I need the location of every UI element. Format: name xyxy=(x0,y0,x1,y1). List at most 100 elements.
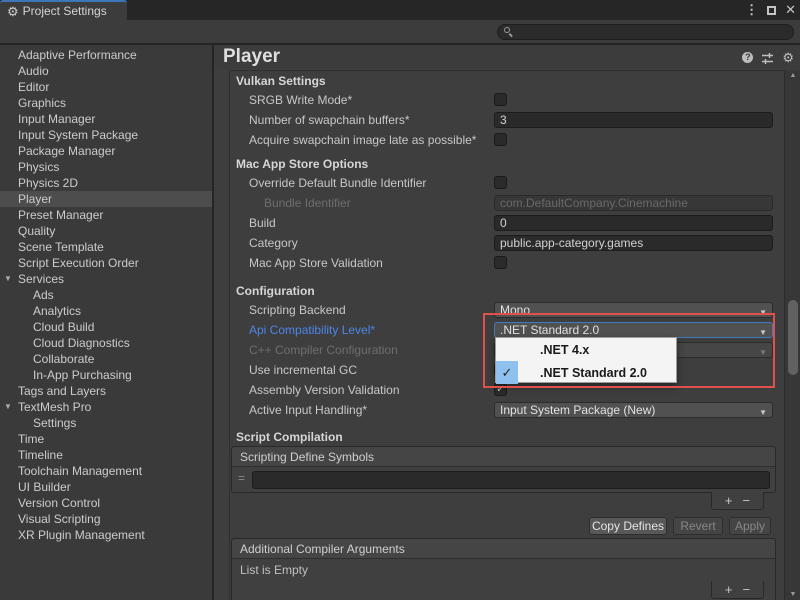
sidebar-item-package-manager[interactable]: Package Manager xyxy=(0,143,212,159)
add-define-button[interactable]: + xyxy=(725,493,733,509)
scroll-down-icon[interactable]: ▼ xyxy=(785,591,800,598)
sidebar-item-label: Services xyxy=(18,272,64,286)
sidebar-item-script-execution-order[interactable]: Script Execution Order xyxy=(0,255,212,271)
menu-item-net-standard-2-0[interactable]: ✓ .NET Standard 2.0 xyxy=(496,361,676,384)
field-label: Bundle Identifier xyxy=(264,196,351,210)
settings-scroll-area: Vulkan SettingsSRGB Write Mode*Number of… xyxy=(229,70,785,600)
page-title: Player xyxy=(223,46,280,68)
sidebar-item-label: Ads xyxy=(33,288,54,302)
build-text[interactable]: 0 xyxy=(494,215,773,231)
define-symbol-row: = xyxy=(232,467,775,493)
sidebar-item-editor[interactable]: Editor xyxy=(0,79,212,95)
remove-argument-button[interactable]: − xyxy=(743,582,751,598)
foldout-triangle-icon[interactable]: ▼ xyxy=(4,399,18,415)
scroll-up-icon[interactable]: ▲ xyxy=(785,72,800,79)
sidebar-item-cloud-diagnostics[interactable]: Cloud Diagnostics xyxy=(0,335,212,351)
dropdown-arrow-icon: ▼ xyxy=(759,346,767,360)
tab-project-settings[interactable]: ⚙ Project Settings xyxy=(0,0,127,20)
sidebar-item-xr-plugin-management[interactable]: XR Plugin Management xyxy=(0,527,212,543)
sidebar-item-adaptive-performance[interactable]: Adaptive Performance xyxy=(0,47,212,63)
sidebar-item-visual-scripting[interactable]: Visual Scripting xyxy=(0,511,212,527)
sidebar-item-label: Script Execution Order xyxy=(18,256,139,270)
sidebar-item-settings[interactable]: Settings xyxy=(0,415,212,431)
add-argument-button[interactable]: + xyxy=(725,582,733,598)
sidebar-item-physics-2d[interactable]: Physics 2D xyxy=(0,175,212,191)
sidebar-item-label: Adaptive Performance xyxy=(18,48,137,62)
panel-header: Player ? ⚙ xyxy=(214,45,800,69)
sidebar-item-ui-builder[interactable]: UI Builder xyxy=(0,479,212,495)
sidebar-item-preset-manager[interactable]: Preset Manager xyxy=(0,207,212,223)
sidebar-item-in-app-purchasing[interactable]: In-App Purchasing xyxy=(0,367,212,383)
sidebar-item-toolchain-management[interactable]: Toolchain Management xyxy=(0,463,212,479)
sidebar-item-analytics[interactable]: Analytics xyxy=(0,303,212,319)
field-label: Active Input Handling* xyxy=(249,403,367,417)
sidebar-item-collaborate[interactable]: Collaborate xyxy=(0,351,212,367)
sidebar-item-timeline[interactable]: Timeline xyxy=(0,447,212,463)
menu-item-net-4x[interactable]: .NET 4.x xyxy=(496,338,676,361)
sidebar-item-player[interactable]: Player xyxy=(0,191,212,207)
sidebar-item-label: Visual Scripting xyxy=(18,512,101,526)
sidebar-item-label: Audio xyxy=(18,64,49,78)
category-text[interactable]: public.app-category.games xyxy=(494,235,773,251)
menu-dots-icon[interactable]: ⋮ xyxy=(745,2,758,18)
sidebar-item-graphics[interactable]: Graphics xyxy=(0,95,212,111)
active-input-handling-dropdown[interactable]: Input System Package (New)▼ xyxy=(494,402,773,418)
api-compatibility-level-dropdown[interactable]: .NET Standard 2.0▼ xyxy=(494,322,773,338)
preset-icon[interactable] xyxy=(761,52,774,64)
close-icon[interactable]: ✕ xyxy=(785,2,796,18)
field-label: Override Default Bundle Identifier xyxy=(249,176,426,190)
scripting-backend-dropdown[interactable]: Mono▼ xyxy=(494,302,773,318)
sidebar-item-audio[interactable]: Audio xyxy=(0,63,212,79)
field-label: Api Compatibility Level* xyxy=(249,323,375,337)
sidebar-item-label: Time xyxy=(18,432,44,446)
foldout-triangle-icon[interactable]: ▼ xyxy=(4,271,18,287)
sidebar-item-label: Tags and Layers xyxy=(18,384,106,398)
srgb-write-mode-checkbox[interactable] xyxy=(494,93,507,106)
sidebar-item-version-control[interactable]: Version Control xyxy=(0,495,212,511)
api-compatibility-dropdown-menu: .NET 4.x ✓ .NET Standard 2.0 xyxy=(495,337,677,383)
sidebar-item-cloud-build[interactable]: Cloud Build xyxy=(0,319,212,335)
gear-icon: ⚙ xyxy=(7,5,19,18)
sidebar-item-label: Player xyxy=(18,192,52,206)
sidebar-item-time[interactable]: Time xyxy=(0,431,212,447)
remove-define-button[interactable]: − xyxy=(743,493,751,509)
dropdown-arrow-icon: ▼ xyxy=(759,406,767,420)
sidebar-item-tags-and-layers[interactable]: Tags and Layers xyxy=(0,383,212,399)
sidebar-item-services[interactable]: ▼Services xyxy=(0,271,212,287)
field-label: Acquire swapchain image late as possible… xyxy=(249,133,476,147)
sidebar-item-scene-template[interactable]: Scene Template xyxy=(0,239,212,255)
sidebar-item-quality[interactable]: Quality xyxy=(0,223,212,239)
drag-handle-icon[interactable]: = xyxy=(238,471,245,485)
sidebar-item-physics[interactable]: Physics xyxy=(0,159,212,175)
player-settings-panel: Player ? ⚙ Vulkan SettingsSRGB Write Mod… xyxy=(214,45,800,600)
sidebar-item-label: Timeline xyxy=(18,448,63,462)
maximize-icon[interactable] xyxy=(767,6,776,15)
section-header-mac-app-store-options: Mac App Store Options xyxy=(230,155,776,173)
define-symbol-input[interactable] xyxy=(252,471,770,489)
sidebar-item-input-system-package[interactable]: Input System Package xyxy=(0,127,212,143)
checkmark-icon: ✓ xyxy=(496,361,518,384)
sidebar-item-label: In-App Purchasing xyxy=(33,368,132,382)
copy-defines-button[interactable]: Copy Defines xyxy=(589,517,667,535)
sidebar-item-label: Collaborate xyxy=(33,352,94,366)
gear-icon[interactable]: ⚙ xyxy=(782,51,794,64)
scripting-define-symbols-title: Scripting Define Symbols xyxy=(232,447,775,467)
mac-app-store-validation-checkbox[interactable] xyxy=(494,256,507,269)
setting-row-number-of-swapchain-buffers: Number of swapchain buffers*3 xyxy=(230,110,776,130)
sidebar-item-label: UI Builder xyxy=(18,480,71,494)
scrollbar-thumb[interactable] xyxy=(788,300,798,375)
search-input[interactable] xyxy=(497,24,794,40)
override-default-bundle-identifier-checkbox[interactable] xyxy=(494,176,507,189)
vertical-scrollbar[interactable]: ▲ ▼ xyxy=(784,70,800,600)
sidebar-item-ads[interactable]: Ads xyxy=(0,287,212,303)
assembly-version-validation-checkbox[interactable]: ✓ xyxy=(494,383,507,396)
setting-row-build: Build0 xyxy=(230,213,776,233)
acquire-swapchain-image-late-as-possible-checkbox[interactable] xyxy=(494,133,507,146)
sidebar-item-label: Cloud Diagnostics xyxy=(33,336,130,350)
sidebar-item-input-manager[interactable]: Input Manager xyxy=(0,111,212,127)
number-of-swapchain-buffers-text[interactable]: 3 xyxy=(494,112,773,128)
tab-bar: ⚙ Project Settings ⋮ ✕ xyxy=(0,0,800,20)
help-icon[interactable]: ? xyxy=(742,52,753,63)
sidebar-item-textmesh-pro[interactable]: ▼TextMesh Pro xyxy=(0,399,212,415)
project-settings-window: ⚙ Project Settings ⋮ ✕ Adaptive Performa… xyxy=(0,0,800,600)
